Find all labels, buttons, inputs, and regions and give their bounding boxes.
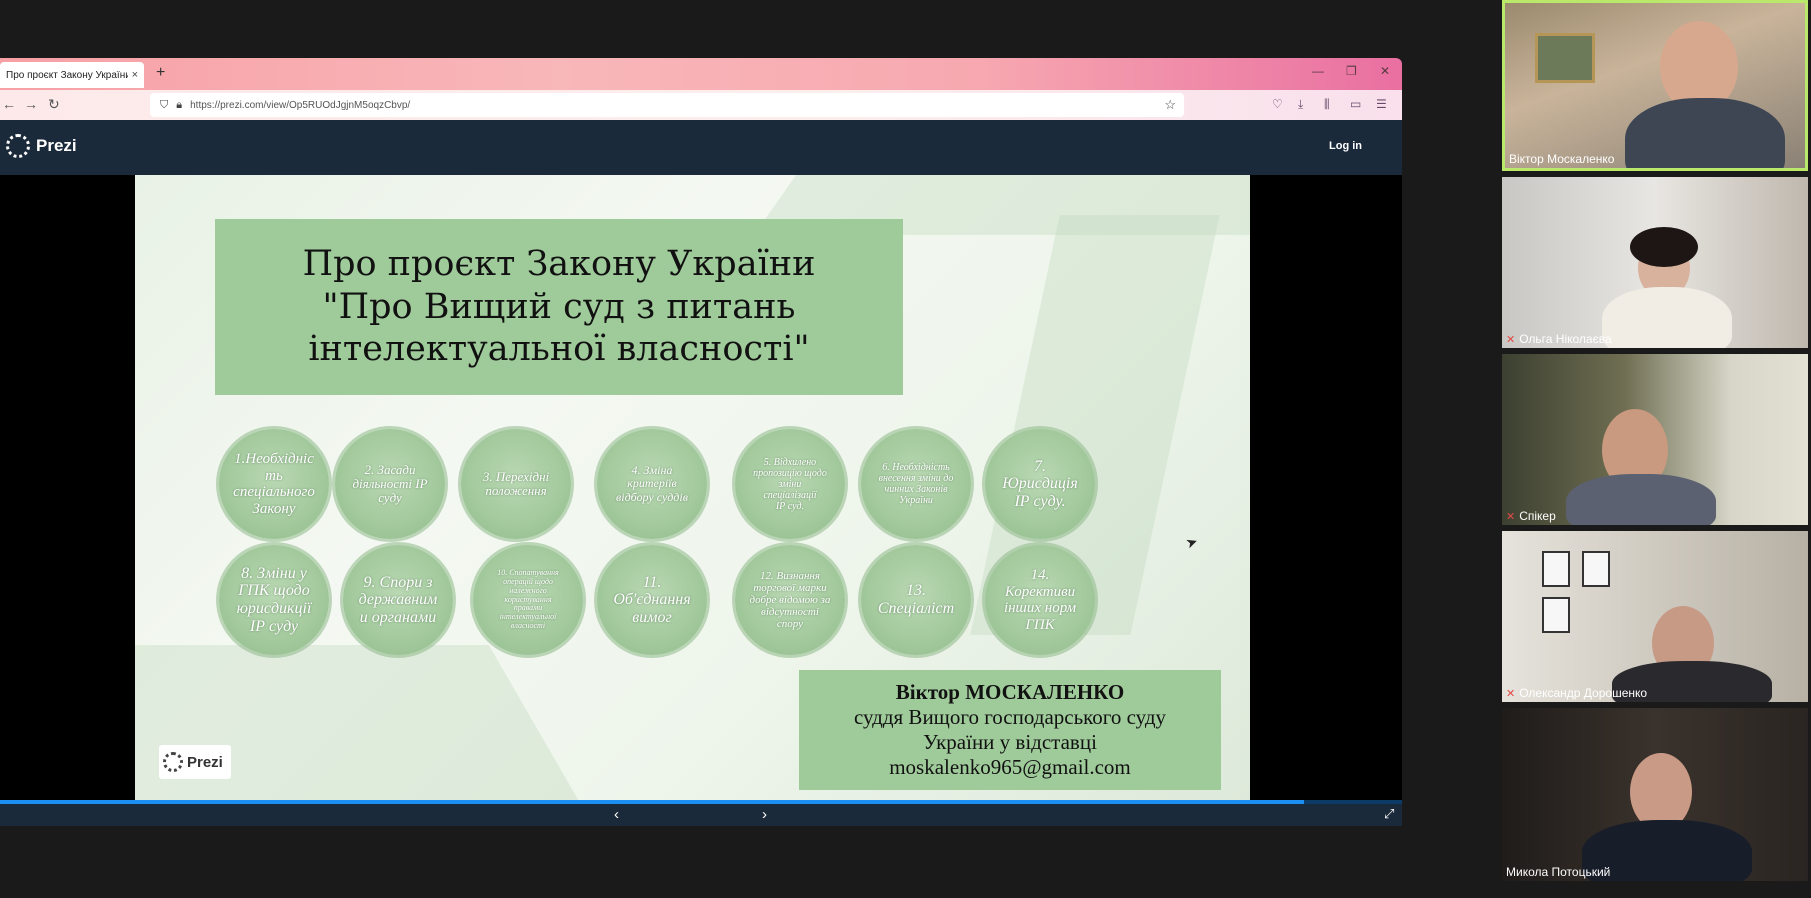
close-window-button[interactable]: ✕ — [1380, 64, 1390, 78]
restore-button[interactable]: ❐ — [1346, 64, 1357, 78]
participant-tile[interactable]: ✕ Олександр Дорошенко — [1502, 531, 1808, 702]
prezi-logo[interactable]: Prezi — [6, 134, 77, 158]
topic-label: 13. Спеціаліст — [877, 582, 955, 617]
participant-video — [1566, 474, 1716, 525]
topic-circle[interactable]: 14. Корективи інших норм ГПК — [985, 545, 1095, 655]
slide-prezi-logo: Prezi — [159, 745, 231, 779]
mic-muted-icon: ✕ — [1506, 687, 1516, 700]
tab-bar: Про проєкт Закону України "П × + — ❐ ✕ — [0, 58, 1402, 90]
presentation-slide[interactable]: Про проєкт Закону України "Про Вищий суд… — [135, 175, 1250, 802]
topic-label: 12. Визнання торгової марки добре відомо… — [749, 569, 831, 631]
next-slide-button[interactable]: › — [762, 806, 767, 823]
participant-tile[interactable]: ✕ Ольга Ніколаєва — [1502, 177, 1808, 348]
topic-circle[interactable]: 3. Перехідні положення — [461, 429, 571, 539]
prezi-logo-icon — [6, 134, 30, 158]
fullscreen-icon[interactable]: ⤢ — [1384, 806, 1394, 822]
prezi-header: Prezi Log in — [0, 120, 1402, 175]
participant-name-text: Спікер — [1519, 509, 1556, 523]
login-link[interactable]: Log in — [1329, 140, 1362, 152]
mic-muted-icon: ✕ — [1506, 510, 1516, 523]
topic-label: 3. Перехідні положення — [482, 468, 550, 498]
participant-name: ✕ Ольга Ніколаєва — [1506, 332, 1612, 346]
participant-name-text: Віктор Москаленко — [1509, 152, 1615, 166]
slide-title-box: Про проєкт Закону України "Про Вищий суд… — [215, 219, 903, 395]
forward-icon[interactable]: → — [24, 96, 38, 112]
participant-video — [1630, 227, 1698, 267]
certificate-frame — [1582, 551, 1610, 587]
tab-close-icon[interactable]: × — [132, 69, 138, 81]
topic-circle[interactable]: 7. Юрисдиція ІР суду. — [985, 429, 1095, 539]
participant-name-text: Микола Потоцький — [1506, 865, 1611, 879]
bookmark-star-icon[interactable]: ☆ — [1164, 97, 1176, 113]
pocket-icon[interactable]: ♡ — [1272, 97, 1283, 111]
topic-circle[interactable]: 1.Необхідніс ть спеціального Закону — [219, 429, 329, 539]
certificate-frame — [1542, 551, 1570, 587]
topic-circle[interactable]: 9. Спори з державним и органами — [343, 545, 453, 655]
topic-label: 11. Об'єднання вимог — [613, 573, 691, 626]
presentation-controls: ‹ › ⤢ — [0, 804, 1402, 826]
topic-label: 1.Необхідніс ть спеціального Закону — [233, 451, 315, 517]
topic-circle[interactable]: 13. Спеціаліст — [861, 545, 971, 655]
topic-circle[interactable]: 6. Необхідність внесення зміни до чинних… — [861, 429, 971, 539]
topic-label: 9. Спори з державним и органами — [358, 573, 438, 626]
topic-label: 7. Юрисдиція ІР суду. — [1002, 457, 1078, 510]
download-icon[interactable]: ⤓ — [1298, 97, 1303, 112]
author-name: Віктор МОСКАЛЕНКО — [895, 679, 1125, 704]
participant-tile[interactable]: Микола Потоцький — [1502, 708, 1808, 881]
minimize-button[interactable]: — — [1312, 64, 1324, 78]
reload-icon[interactable]: ↻ — [48, 96, 60, 113]
mic-muted-icon: ✕ — [1506, 333, 1516, 346]
participant-video — [1625, 98, 1785, 168]
prezi-logo-icon — [163, 752, 183, 772]
url-bar[interactable]: ⛉ 🔒︎ https://prezi.com/view/Op5RUOdJgjnM… — [150, 93, 1184, 117]
sidebar-icon[interactable]: ▭ — [1350, 97, 1361, 111]
browser-window: Про проєкт Закону України "П × + — ❐ ✕ ←… — [0, 58, 1402, 826]
topic-label: 2. Засади діяльності ІР суду — [352, 461, 428, 506]
author-box: Віктор МОСКАЛЕНКО суддя Вищого господарс… — [799, 670, 1221, 790]
participant-tile[interactable]: Віктор Москаленко — [1502, 0, 1808, 171]
participant-name: Віктор Москаленко — [1509, 152, 1614, 166]
participant-name: Микола Потоцький — [1506, 865, 1610, 879]
topic-circle[interactable]: 4. Зміна критеріїв відбору суддів — [597, 429, 707, 539]
participant-name: ✕ Олександр Дорошенко — [1506, 686, 1647, 700]
slide-logo-text: Prezi — [187, 753, 223, 771]
participant-tile[interactable]: ✕ Спікер — [1502, 354, 1808, 525]
author-title: суддя Вищого господарського суду — [853, 704, 1167, 729]
painting — [1535, 33, 1595, 83]
participant-video — [1602, 287, 1732, 348]
library-icon[interactable]: ⫼ — [1324, 97, 1330, 112]
menu-icon[interactable]: ☰ — [1376, 97, 1387, 111]
topic-circle[interactable]: 11. Об'єднання вимог — [597, 545, 707, 655]
topic-circle[interactable]: 10. Спопатування операцій щодо належного… — [473, 545, 583, 655]
back-icon[interactable]: ← — [2, 96, 16, 112]
topic-label: 10. Спопатування операцій щодо належного… — [497, 568, 559, 630]
url-text[interactable]: https://prezi.com/view/Op5RUOdJgjnM5oqzC… — [190, 100, 410, 111]
shield-icon[interactable]: ⛉ — [160, 99, 168, 112]
topic-label: 6. Необхідність внесення зміни до чинних… — [878, 462, 954, 506]
certificate-frame — [1542, 597, 1570, 633]
topic-label: 8. Зміни у ГПК щодо юрисдикції ІР суду — [236, 564, 312, 635]
slide-title: Про проєкт Закону України "Про Вищий суд… — [302, 243, 816, 370]
browser-tab[interactable]: Про проєкт Закону України "П × — [0, 62, 144, 88]
prezi-logo-text: Prezi — [36, 136, 77, 155]
topic-label: 5. Відхилено пропозицію щодо зміни спеці… — [753, 456, 827, 512]
topic-circle[interactable]: 12. Визнання торгової марки добре відомо… — [735, 545, 845, 655]
topic-circle[interactable]: 8. Зміни у ГПК щодо юрисдикції ІР суду — [219, 545, 329, 655]
prev-slide-button[interactable]: ‹ — [614, 806, 619, 823]
tab-title: Про проєкт Закону України "П — [6, 69, 128, 81]
meeting-window: Про проєкт Закону України "П × + — ❐ ✕ ←… — [0, 0, 1811, 898]
topic-circle[interactable]: 2. Засади діяльності ІР суду — [335, 429, 445, 539]
participant-name-text: Ольга Ніколаєва — [1519, 332, 1612, 346]
author-title-2: України у відставці — [923, 730, 1097, 754]
topic-label: 4. Зміна критеріїв відбору суддів — [616, 463, 688, 504]
lock-icon[interactable]: 🔒︎ — [176, 99, 182, 112]
topic-label: 14. Корективи інших норм ГПК — [1003, 567, 1077, 633]
new-tab-button[interactable]: + — [156, 64, 165, 82]
participant-name: ✕ Спікер — [1506, 509, 1556, 523]
participant-name-text: Олександр Дорошенко — [1519, 686, 1648, 700]
author-email: moskalenko965@gmail.com — [889, 755, 1131, 780]
topic-circle[interactable]: 5. Відхилено пропозицію щодо зміни спеці… — [735, 429, 845, 539]
nav-bar: ← → ↻ ⛉ 🔒︎ https://prezi.com/view/Op5RUO… — [0, 90, 1402, 120]
